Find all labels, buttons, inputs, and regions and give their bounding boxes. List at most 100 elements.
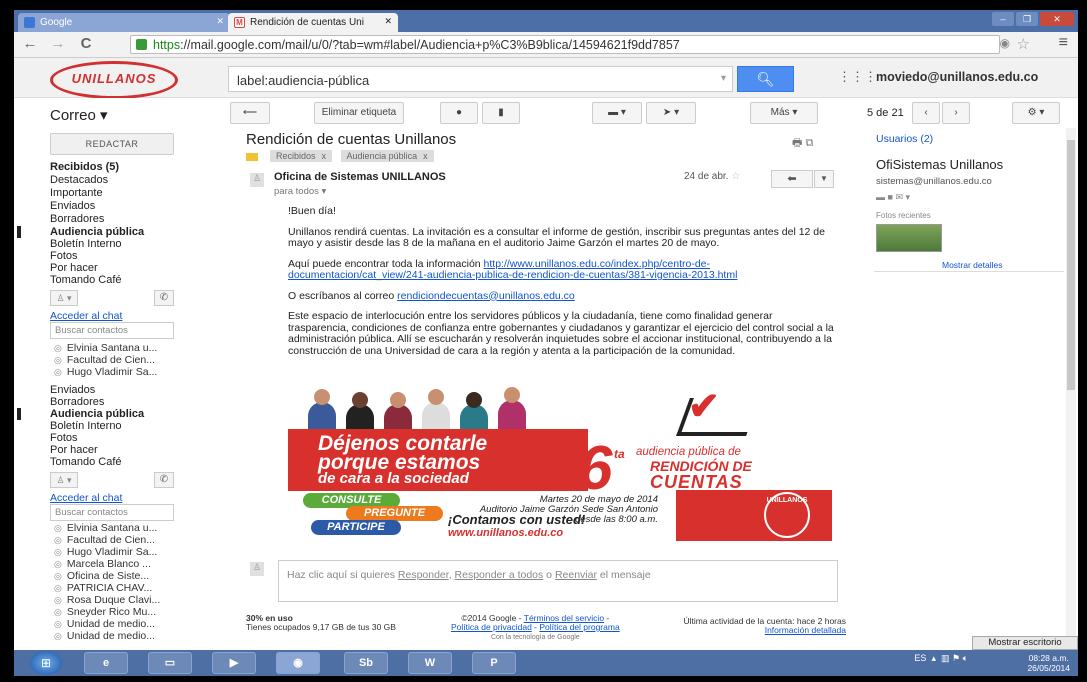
contact-search-input[interactable]: Buscar contactos bbox=[50, 504, 174, 521]
sidebar-item-fotos[interactable]: Fotos bbox=[50, 432, 78, 444]
contact-item[interactable]: Facultad de Cien... bbox=[54, 534, 155, 546]
chrome-menu-icon[interactable]: ≡ bbox=[1059, 34, 1068, 52]
chat-status-icon[interactable]: ♙ ▾ bbox=[50, 472, 78, 488]
privacy-link[interactable]: Política de privacidad bbox=[451, 622, 532, 632]
delete-button[interactable]: ▮ bbox=[482, 102, 520, 124]
sidebar-item-por-hacer[interactable]: Por hacer bbox=[50, 444, 98, 456]
media-taskbar-button[interactable]: ▶ bbox=[212, 652, 256, 674]
contact-item[interactable]: Unidad de medio... bbox=[54, 630, 155, 642]
mail-icon[interactable]: ✉ bbox=[895, 192, 903, 202]
video-icon[interactable]: ■ bbox=[888, 192, 893, 202]
remove-label-button[interactable]: Eliminar etiqueta bbox=[314, 102, 404, 124]
contact-item[interactable]: Oficina de Siste... bbox=[54, 570, 149, 582]
more-button[interactable]: Más ▾ bbox=[750, 102, 818, 124]
sidebar-item-starred[interactable]: Destacados bbox=[50, 174, 108, 186]
url-field[interactable]: https://mail.google.com/mail/u/0/?tab=wm… bbox=[130, 35, 1000, 54]
sidebar-item-sent[interactable]: Enviados bbox=[50, 200, 95, 212]
start-button[interactable]: ⊞ bbox=[30, 651, 62, 675]
compose-button[interactable]: REDACTAR bbox=[50, 133, 174, 155]
labels-button[interactable]: ➤ ▾ bbox=[646, 102, 696, 124]
remove-label-icon[interactable]: x bbox=[322, 151, 327, 161]
recent-photo-thumbnail[interactable] bbox=[876, 224, 942, 252]
details-link[interactable]: Información detallada bbox=[765, 625, 846, 635]
forward-link[interactable]: Reenviar bbox=[555, 569, 597, 581]
prev-button[interactable]: ‹ bbox=[912, 102, 940, 124]
remove-label-icon[interactable]: x bbox=[423, 151, 428, 161]
sidebar-item-sent[interactable]: Enviados bbox=[50, 384, 95, 396]
explorer-taskbar-button[interactable]: ▭ bbox=[148, 652, 192, 674]
contact-item[interactable]: Hugo Vladimir Sa... bbox=[54, 546, 157, 558]
scrollbar-thumb[interactable] bbox=[1067, 140, 1075, 390]
word-taskbar-button[interactable]: W bbox=[408, 652, 452, 674]
chat-signin-link[interactable]: Acceder al chat bbox=[50, 492, 122, 504]
sidebar-item-audiencia[interactable]: Audiencia pública bbox=[50, 226, 144, 238]
label-chip[interactable]: Audiencia pública x bbox=[340, 150, 434, 162]
app-switcher[interactable]: Correo ▾ bbox=[50, 106, 108, 124]
bookmark-star-icon[interactable]: ☆ bbox=[1017, 35, 1030, 53]
tab-google[interactable]: Google ✕ bbox=[18, 13, 230, 32]
tab-close-icon[interactable]: ✕ bbox=[216, 16, 224, 27]
phone-icon[interactable]: ✆ bbox=[154, 290, 174, 306]
extension-icon[interactable]: ◉ bbox=[1000, 36, 1010, 50]
move-to-button[interactable]: ▬ ▾ bbox=[592, 102, 642, 124]
label-chip[interactable]: Recibidos x bbox=[270, 150, 333, 162]
flag-icon[interactable]: ⚑ bbox=[952, 653, 960, 663]
contact-item[interactable]: Sneyder Rico Mu... bbox=[54, 606, 156, 618]
sidebar-item-fotos[interactable]: Fotos bbox=[50, 250, 78, 262]
recipients[interactable]: para todos ▾ bbox=[274, 186, 326, 197]
contact-item[interactable]: PATRICIA CHAV... bbox=[54, 582, 152, 594]
sidebar-item-inbox[interactable]: Recibidos (5) bbox=[50, 161, 119, 173]
apps-grid-icon[interactable]: ⋮⋮⋮ bbox=[838, 69, 877, 85]
back-to-list-button[interactable]: ⟵ bbox=[230, 102, 270, 124]
email-link[interactable]: rendiciondecuentas@unillanos.edu.co bbox=[397, 290, 575, 302]
sidebar-item-por-hacer[interactable]: Por hacer bbox=[50, 262, 98, 274]
chat-icon[interactable]: ▬ bbox=[876, 192, 885, 202]
language-indicator[interactable]: ES bbox=[914, 653, 926, 663]
quick-reply-box[interactable]: Haz clic aquí si quieres Responder, Resp… bbox=[278, 560, 838, 602]
close-window-icon[interactable]: ✕ bbox=[1040, 12, 1074, 26]
contact-item[interactable]: Hugo Vladimir Sa... bbox=[54, 366, 157, 378]
chrome-taskbar-button[interactable]: ◉ bbox=[276, 652, 320, 674]
expand-details-icon[interactable]: ▾ bbox=[322, 186, 327, 197]
next-button[interactable]: › bbox=[942, 102, 970, 124]
print-icon[interactable]: 🖶 ⧉ bbox=[792, 134, 813, 153]
volume-icon[interactable]: 🔈︎ bbox=[963, 653, 968, 663]
powerpoint-taskbar-button[interactable]: P bbox=[472, 652, 516, 674]
sender-name[interactable]: Oficina de Sistemas UNILLANOS bbox=[274, 171, 446, 183]
tab-close-icon[interactable]: ✕ bbox=[384, 16, 392, 27]
search-options-icon[interactable]: ▾ bbox=[721, 73, 726, 84]
contact-item[interactable]: Unidad de medio... bbox=[54, 618, 155, 630]
program-policy-link[interactable]: Política del programa bbox=[539, 622, 619, 632]
reload-icon[interactable]: C bbox=[76, 35, 96, 52]
sidebar-item-drafts[interactable]: Borradores bbox=[50, 213, 104, 225]
sidebar-item-boletin[interactable]: Boletín Interno bbox=[50, 238, 122, 250]
settings-button[interactable]: ⚙ ▾ bbox=[1012, 102, 1060, 124]
search-input[interactable]: label:audiencia-pública ▾ bbox=[228, 66, 733, 92]
phone-icon[interactable]: ✆ bbox=[154, 472, 174, 488]
show-details-link[interactable]: Mostrar detalles bbox=[942, 260, 1002, 270]
contact-item[interactable]: Elvinia Santana u... bbox=[54, 522, 157, 534]
back-icon[interactable]: ← bbox=[20, 35, 40, 52]
minimize-icon[interactable]: – bbox=[992, 12, 1014, 26]
ie-taskbar-button[interactable]: e bbox=[84, 652, 128, 674]
reply-all-link[interactable]: Responder a todos bbox=[455, 569, 544, 581]
sb-taskbar-button[interactable]: Sb bbox=[344, 652, 388, 674]
more-actions-button[interactable]: ▼ bbox=[814, 170, 834, 188]
account-email[interactable]: moviedo@unillanos.edu.co bbox=[876, 70, 1038, 84]
sidebar-item-tomando-cafe[interactable]: Tomando Café bbox=[50, 456, 122, 468]
network-icon[interactable]: ▥ bbox=[941, 653, 950, 663]
tab-gmail[interactable]: M Rendición de cuentas Uni ✕ bbox=[228, 13, 398, 32]
sidebar-item-important[interactable]: Importante bbox=[50, 187, 103, 199]
unillanos-logo[interactable]: UNILLANOS bbox=[50, 61, 178, 99]
chevron-down-icon[interactable]: ▾ bbox=[906, 192, 911, 202]
contact-search-input[interactable]: Buscar contactos bbox=[50, 322, 174, 339]
sidebar-item-boletin[interactable]: Boletín Interno bbox=[50, 420, 122, 432]
report-spam-button[interactable]: ● bbox=[440, 102, 478, 124]
contact-item[interactable]: Facultad de Cien... bbox=[54, 354, 155, 366]
maximize-icon[interactable]: ❐ bbox=[1016, 12, 1038, 26]
sidebar-item-drafts[interactable]: Borradores bbox=[50, 396, 104, 408]
star-icon[interactable]: ☆ bbox=[731, 171, 740, 182]
contact-item[interactable]: Marcela Blanco ... bbox=[54, 558, 151, 570]
chat-status-icon[interactable]: ♙ ▾ bbox=[50, 290, 78, 306]
forward-icon[interactable]: → bbox=[48, 35, 68, 52]
